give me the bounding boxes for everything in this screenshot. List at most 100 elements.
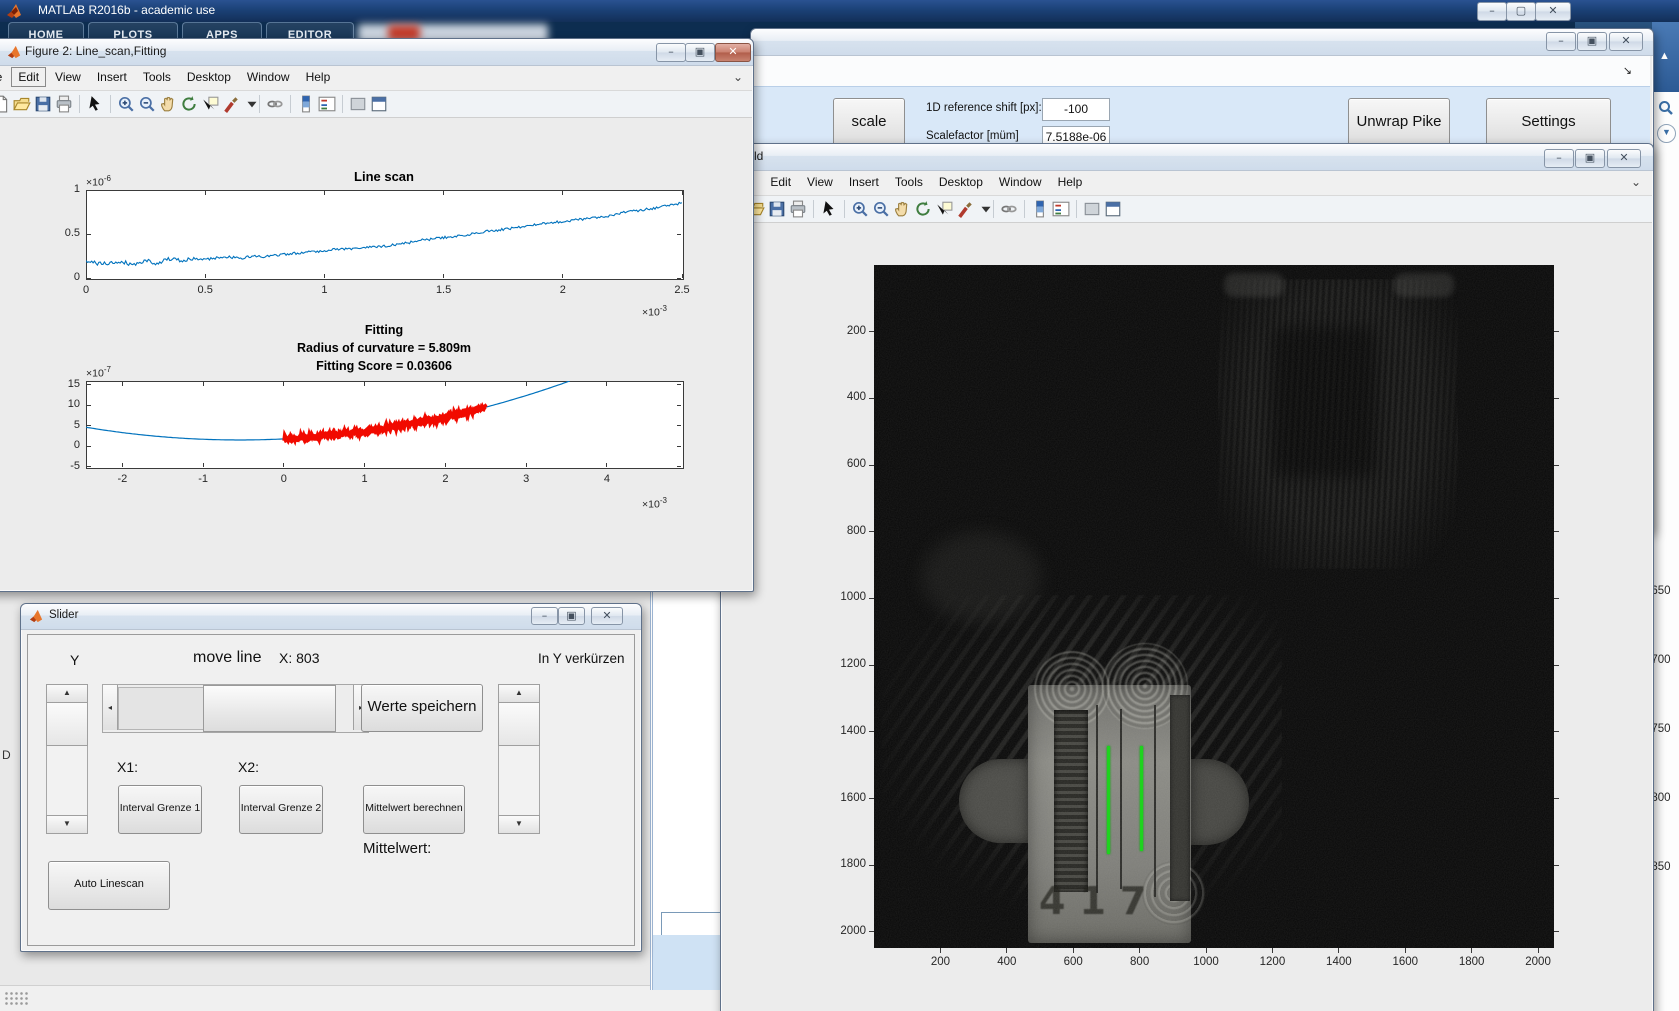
menu-item-view[interactable]: View bbox=[799, 171, 841, 193]
menu-item-desktop[interactable]: Desktop bbox=[179, 66, 239, 88]
zoom-in-icon[interactable] bbox=[117, 95, 135, 113]
print-icon[interactable] bbox=[55, 95, 73, 113]
search-icon[interactable] bbox=[1658, 100, 1674, 116]
image-x-tick-label: 1800 bbox=[1458, 956, 1485, 968]
figure2-close-button[interactable]: ✕ bbox=[715, 43, 751, 62]
colorbar-icon[interactable] bbox=[1031, 200, 1049, 218]
figure-icon bbox=[7, 45, 21, 59]
measurement-line-2[interactable] bbox=[1139, 746, 1143, 852]
toolbar-separator bbox=[813, 200, 814, 218]
ref-shift-field[interactable]: -100 bbox=[1042, 98, 1110, 121]
slider-close-button[interactable]: ✕ bbox=[591, 607, 623, 625]
main-close-button[interactable]: ✕ bbox=[1535, 2, 1571, 21]
zoom-out-icon[interactable] bbox=[872, 200, 890, 218]
figure-right-close-button[interactable]: ✕ bbox=[1607, 149, 1641, 168]
scroll-down-arrow[interactable]: ▼ bbox=[46, 815, 88, 834]
y-scrollbar-right[interactable]: ▲ ▼ bbox=[498, 684, 540, 834]
pointer-icon[interactable] bbox=[86, 95, 104, 113]
menu-item-help[interactable]: Help bbox=[1050, 171, 1091, 193]
data-cursor-icon[interactable] bbox=[201, 95, 219, 113]
gui-maximize-button[interactable]: ▣ bbox=[1577, 32, 1607, 51]
dropdown-circle-icon[interactable]: ▼ bbox=[1657, 124, 1676, 143]
legend-icon[interactable] bbox=[318, 95, 336, 113]
save-icon[interactable] bbox=[768, 200, 786, 218]
main-maximize-button[interactable]: ▢ bbox=[1506, 2, 1536, 21]
line-scan-y-exponent: ×10-6 bbox=[86, 174, 111, 189]
rotate-3d-icon[interactable] bbox=[180, 95, 198, 113]
menu-item-window[interactable]: Window bbox=[991, 171, 1050, 193]
zoom-in-icon[interactable] bbox=[851, 200, 869, 218]
figure2-menu-chevron[interactable]: ⌄ bbox=[733, 70, 743, 84]
dock-figure-icon[interactable] bbox=[1104, 200, 1122, 218]
gui-minimize-button[interactable]: – bbox=[1546, 32, 1576, 51]
scroll-down-arrow[interactable]: ▼ bbox=[498, 815, 540, 834]
menu-item-insert[interactable]: Insert bbox=[89, 66, 135, 88]
dropdown-icon[interactable] bbox=[977, 200, 991, 218]
measurement-line-1[interactable] bbox=[1106, 746, 1110, 854]
menu-item-view[interactable]: View bbox=[47, 66, 89, 88]
interval-grenze1-button[interactable]: Interval Grenze 1 bbox=[118, 785, 202, 834]
scroll-up-arrow[interactable]: ▲ bbox=[46, 684, 88, 703]
save-icon[interactable] bbox=[34, 95, 52, 113]
main-minimize-button[interactable]: – bbox=[1477, 2, 1507, 21]
slider-maximize-button[interactable]: ▣ bbox=[558, 607, 585, 625]
zoom-out-icon[interactable] bbox=[138, 95, 156, 113]
menu-item-tools[interactable]: Tools bbox=[135, 66, 179, 88]
legend-icon[interactable] bbox=[1052, 200, 1070, 218]
pan-hand-icon[interactable] bbox=[893, 200, 911, 218]
werte-speichern-button[interactable]: Werte speichern bbox=[361, 684, 483, 732]
scrollbar-thumb[interactable] bbox=[498, 702, 540, 746]
data-cursor-icon[interactable] bbox=[935, 200, 953, 218]
hide-plot-tools-icon[interactable] bbox=[1083, 200, 1101, 218]
figure2-maximize-button[interactable]: ▣ bbox=[685, 43, 715, 62]
figure-right-menu-chevron[interactable]: ⌄ bbox=[1631, 175, 1641, 189]
image-x-tick-label: 200 bbox=[930, 956, 950, 968]
open-folder-icon[interactable] bbox=[13, 95, 31, 113]
brush-icon[interactable] bbox=[222, 95, 240, 113]
menu-item-insert[interactable]: Insert bbox=[841, 171, 887, 193]
rotate-3d-icon[interactable] bbox=[914, 200, 932, 218]
interferogram-image-canvas[interactable]: 417 bbox=[874, 265, 1554, 948]
menu-item-tools[interactable]: Tools bbox=[887, 171, 931, 193]
statusbar-grip[interactable] bbox=[4, 991, 30, 1006]
hide-plot-tools-icon[interactable] bbox=[349, 95, 367, 113]
figure-right-maximize-button[interactable]: ▣ bbox=[1575, 149, 1605, 168]
interval-grenze2-button[interactable]: Interval Grenze 2 bbox=[239, 785, 323, 834]
figure2-minimize-button[interactable]: – bbox=[656, 43, 686, 62]
slider-left-arrow[interactable]: ◂ bbox=[103, 685, 118, 730]
y-scrollbar-left[interactable]: ▲ ▼ bbox=[46, 684, 88, 834]
image-y-tick-label: 200 bbox=[846, 324, 866, 337]
image-y-tick bbox=[869, 597, 874, 599]
unwrap-pike-button[interactable]: Unwrap Pike bbox=[1348, 98, 1450, 147]
scroll-up-arrow[interactable]: ▲ bbox=[498, 684, 540, 703]
link-plots-icon[interactable] bbox=[266, 95, 284, 113]
dock-figure-icon[interactable] bbox=[370, 95, 388, 113]
menu-item-desktop[interactable]: Desktop bbox=[931, 171, 991, 193]
line-scan-x-tick-label: 1.5 bbox=[435, 284, 452, 296]
figure-right-minimize-button[interactable]: – bbox=[1544, 149, 1574, 168]
pointer-icon[interactable] bbox=[820, 200, 838, 218]
slider-minimize-button[interactable]: – bbox=[531, 607, 558, 625]
slider-thumb[interactable] bbox=[203, 685, 336, 732]
dropdown-icon[interactable] bbox=[243, 95, 257, 113]
settings-button[interactable]: Settings bbox=[1486, 98, 1611, 147]
move-line-slider[interactable]: ◂ ▸ bbox=[102, 684, 369, 733]
slider-track-left[interactable] bbox=[118, 687, 205, 730]
toolstrip-pin-arrow-icon[interactable]: ▲ bbox=[1659, 50, 1670, 62]
new-doc-icon[interactable] bbox=[0, 95, 10, 113]
auto-linescan-button[interactable]: Auto Linescan bbox=[48, 861, 170, 910]
menu-item-file[interactable]: File bbox=[0, 66, 10, 88]
gui-close-button[interactable]: ✕ bbox=[1609, 32, 1643, 51]
menu-item-edit[interactable]: Edit bbox=[762, 171, 799, 193]
menu-item-window[interactable]: Window bbox=[239, 66, 298, 88]
pan-hand-icon[interactable] bbox=[159, 95, 177, 113]
mittelwert-berechnen-button[interactable]: Mittelwert berechnen bbox=[363, 785, 465, 834]
colorbar-icon[interactable] bbox=[297, 95, 315, 113]
scale-button[interactable]: scale bbox=[833, 98, 905, 147]
menu-item-edit[interactable]: Edit bbox=[10, 66, 47, 88]
menu-item-help[interactable]: Help bbox=[298, 66, 339, 88]
brush-icon[interactable] bbox=[956, 200, 974, 218]
scrollbar-thumb[interactable] bbox=[46, 702, 88, 746]
link-plots-icon[interactable] bbox=[1000, 200, 1018, 218]
print-icon[interactable] bbox=[789, 200, 807, 218]
